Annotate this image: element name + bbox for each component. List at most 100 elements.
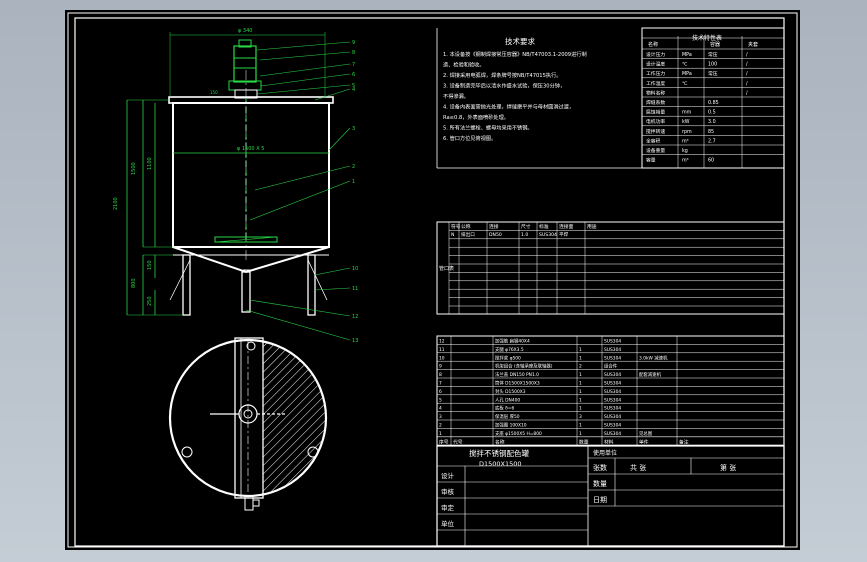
spec-cell: 0.5: [708, 110, 716, 116]
nozzle-cell: N: [451, 232, 454, 238]
callout-numbers: 98765432110111213: [352, 40, 358, 344]
spec-header: 夹套: [748, 41, 758, 48]
spec-header: 名称: [648, 41, 658, 48]
shell-dim-label: φ 1500 X 5: [237, 146, 264, 152]
spec-cell: 85: [708, 129, 714, 135]
nozzle-header: 用途: [587, 223, 597, 230]
callout-number: 13: [352, 338, 358, 344]
dim-small2-label: 250: [147, 296, 153, 306]
tech-line: 6. 管口方位见俯视图。: [443, 134, 496, 142]
spec-cell: 全容积: [646, 137, 661, 144]
spec-cell: kg: [682, 148, 688, 154]
parts-cell: 1: [579, 389, 582, 395]
spec-cell: MPa: [682, 52, 692, 58]
unit-label: 使用单位: [593, 449, 617, 457]
spec-cell: 容量: [646, 157, 656, 164]
dim-cone-label: 1100: [147, 157, 153, 170]
parts-cell: 保温层 厚50: [495, 413, 520, 420]
nozzle-header: 标准: [539, 223, 549, 230]
nozzle-cell: 1.0: [521, 232, 528, 238]
nozzle-header: 符号: [451, 223, 461, 230]
parts-cell: SUS304: [604, 339, 621, 345]
title-block: 搅拌不锈钢配色罐 D1500X1500 设计 审核 审定 单位 使用单位 张数 …: [436, 445, 785, 547]
role-approve: 审定: [441, 503, 455, 512]
parts-cell: 8: [439, 372, 442, 378]
date-label: 日期: [593, 496, 607, 504]
spec-cell: 电机功率: [646, 118, 665, 125]
parts-cell: 7: [439, 381, 442, 387]
nozzle-header: 尺寸: [521, 223, 531, 230]
parts-cell: SUS304: [604, 423, 621, 429]
parts-cell: 1: [579, 355, 582, 361]
parts-cell: 3: [439, 414, 442, 420]
sheet-no: 第 张: [720, 463, 736, 472]
role-unit: 单位: [441, 519, 455, 528]
parts-cell: 1: [579, 372, 582, 378]
parts-cell: 5: [439, 397, 442, 403]
nozzle-header: 公称: [461, 223, 471, 230]
drawing-sheet: φ 1500 X 5 2100 1500 1100 800 150 250 φ …: [65, 10, 800, 550]
parts-cell: 1: [579, 431, 582, 437]
tech-line: 造、检验和验收。: [443, 61, 485, 69]
spec-cell: MPa: [682, 71, 692, 77]
nozzle-cell: SUS304: [539, 232, 557, 238]
front-elevation: φ 1500 X 5 2100 1500 1100 800 150 250 φ …: [113, 28, 351, 341]
parts-header: 数量: [579, 438, 589, 445]
spec-cell: 设备重量: [646, 147, 665, 154]
spec-header: 容器: [710, 41, 720, 48]
sheet-total: 共 张: [630, 463, 646, 472]
parts-cell: 2: [439, 423, 442, 429]
sheet-label: 张数: [593, 463, 607, 472]
parts-cell: 筒体 D1500X1500X3: [495, 380, 540, 387]
nozzle-cell: 平焊: [559, 231, 569, 238]
spec-cell: /: [746, 62, 748, 68]
drawing-canvas: φ 1500 X 5 2100 1500 1100 800 150 250 φ …: [67, 12, 798, 548]
cone-bottom: [172, 246, 330, 274]
spec-cell: 物料名称: [646, 89, 665, 96]
parts-cell: 见总图: [639, 430, 653, 437]
parts-cell: SUS304: [604, 381, 621, 387]
tech-line: 4. 设备内表面需抛光处理，焊缝磨平并与母材圆滑过渡，: [443, 103, 574, 111]
spec-cell: /: [746, 52, 748, 58]
dim-leg-label: 800: [131, 278, 137, 288]
parts-cell: SUS304: [604, 414, 621, 420]
callout-number: 1: [352, 179, 355, 185]
parts-cell: SUS304: [604, 389, 621, 395]
callout-number: 2: [352, 164, 355, 170]
tech-title: 技术要求: [505, 36, 535, 46]
parts-cell: 法兰盖 DN150 PN1.0: [495, 371, 539, 378]
spec-cell: rpm: [682, 129, 692, 135]
parts-header: 名称: [495, 438, 505, 445]
parts-cell: 3: [579, 414, 582, 420]
dim-tank-label: 1500: [131, 162, 137, 175]
parts-list: 12 加强筋 扁钢40X4 SUS30411 支腿 φ76X3.5 1 SUS30410 搅…: [436, 335, 785, 446]
parts-cell: SUS304: [604, 431, 621, 437]
spec-cell: 焊缝系数: [646, 99, 665, 106]
tech-line: 不得渗漏。: [443, 92, 469, 100]
plan-nozzle-left: [181, 446, 193, 458]
cad-viewport[interactable]: φ 1500 X 5 2100 1500 1100 800 150 250 φ …: [0, 0, 867, 562]
spec-cell: /: [746, 81, 748, 87]
parts-cell: 1: [579, 347, 582, 353]
qty-label: 数量: [593, 479, 607, 488]
outer-border: [67, 12, 798, 548]
parts-header: 代号: [453, 438, 463, 445]
nozzle-cell: 排出口: [461, 231, 475, 238]
parts-cell: 配套减速机: [639, 371, 662, 378]
callout-number: 9: [352, 40, 355, 46]
parts-cell: 底板 δ=6: [495, 405, 515, 412]
tech-lines: 1. 本设备按《钢制焊接常压容器》NB/T47003.1-2009进行制造、检验…: [443, 50, 587, 142]
spec-cell: /: [746, 90, 748, 96]
drawing-size: D1500X1500: [479, 460, 522, 468]
nozzle-side-label: 管口表: [439, 265, 454, 272]
parts-cell: 1: [439, 431, 442, 437]
parts-cell: 封头 D1500X3: [495, 388, 526, 395]
spec-cell: 常压: [708, 51, 718, 58]
parts-cell: 加强圈 100X10: [495, 422, 527, 429]
leg-left: [182, 254, 191, 316]
parts-cell: 3.0kW 减速机: [639, 354, 668, 361]
callout-number: 3: [352, 126, 355, 132]
parts-cell: 1: [579, 397, 582, 403]
spec-cell: 常压: [708, 70, 718, 77]
parts-cell: 支腿 φ76X3.5: [495, 346, 524, 353]
